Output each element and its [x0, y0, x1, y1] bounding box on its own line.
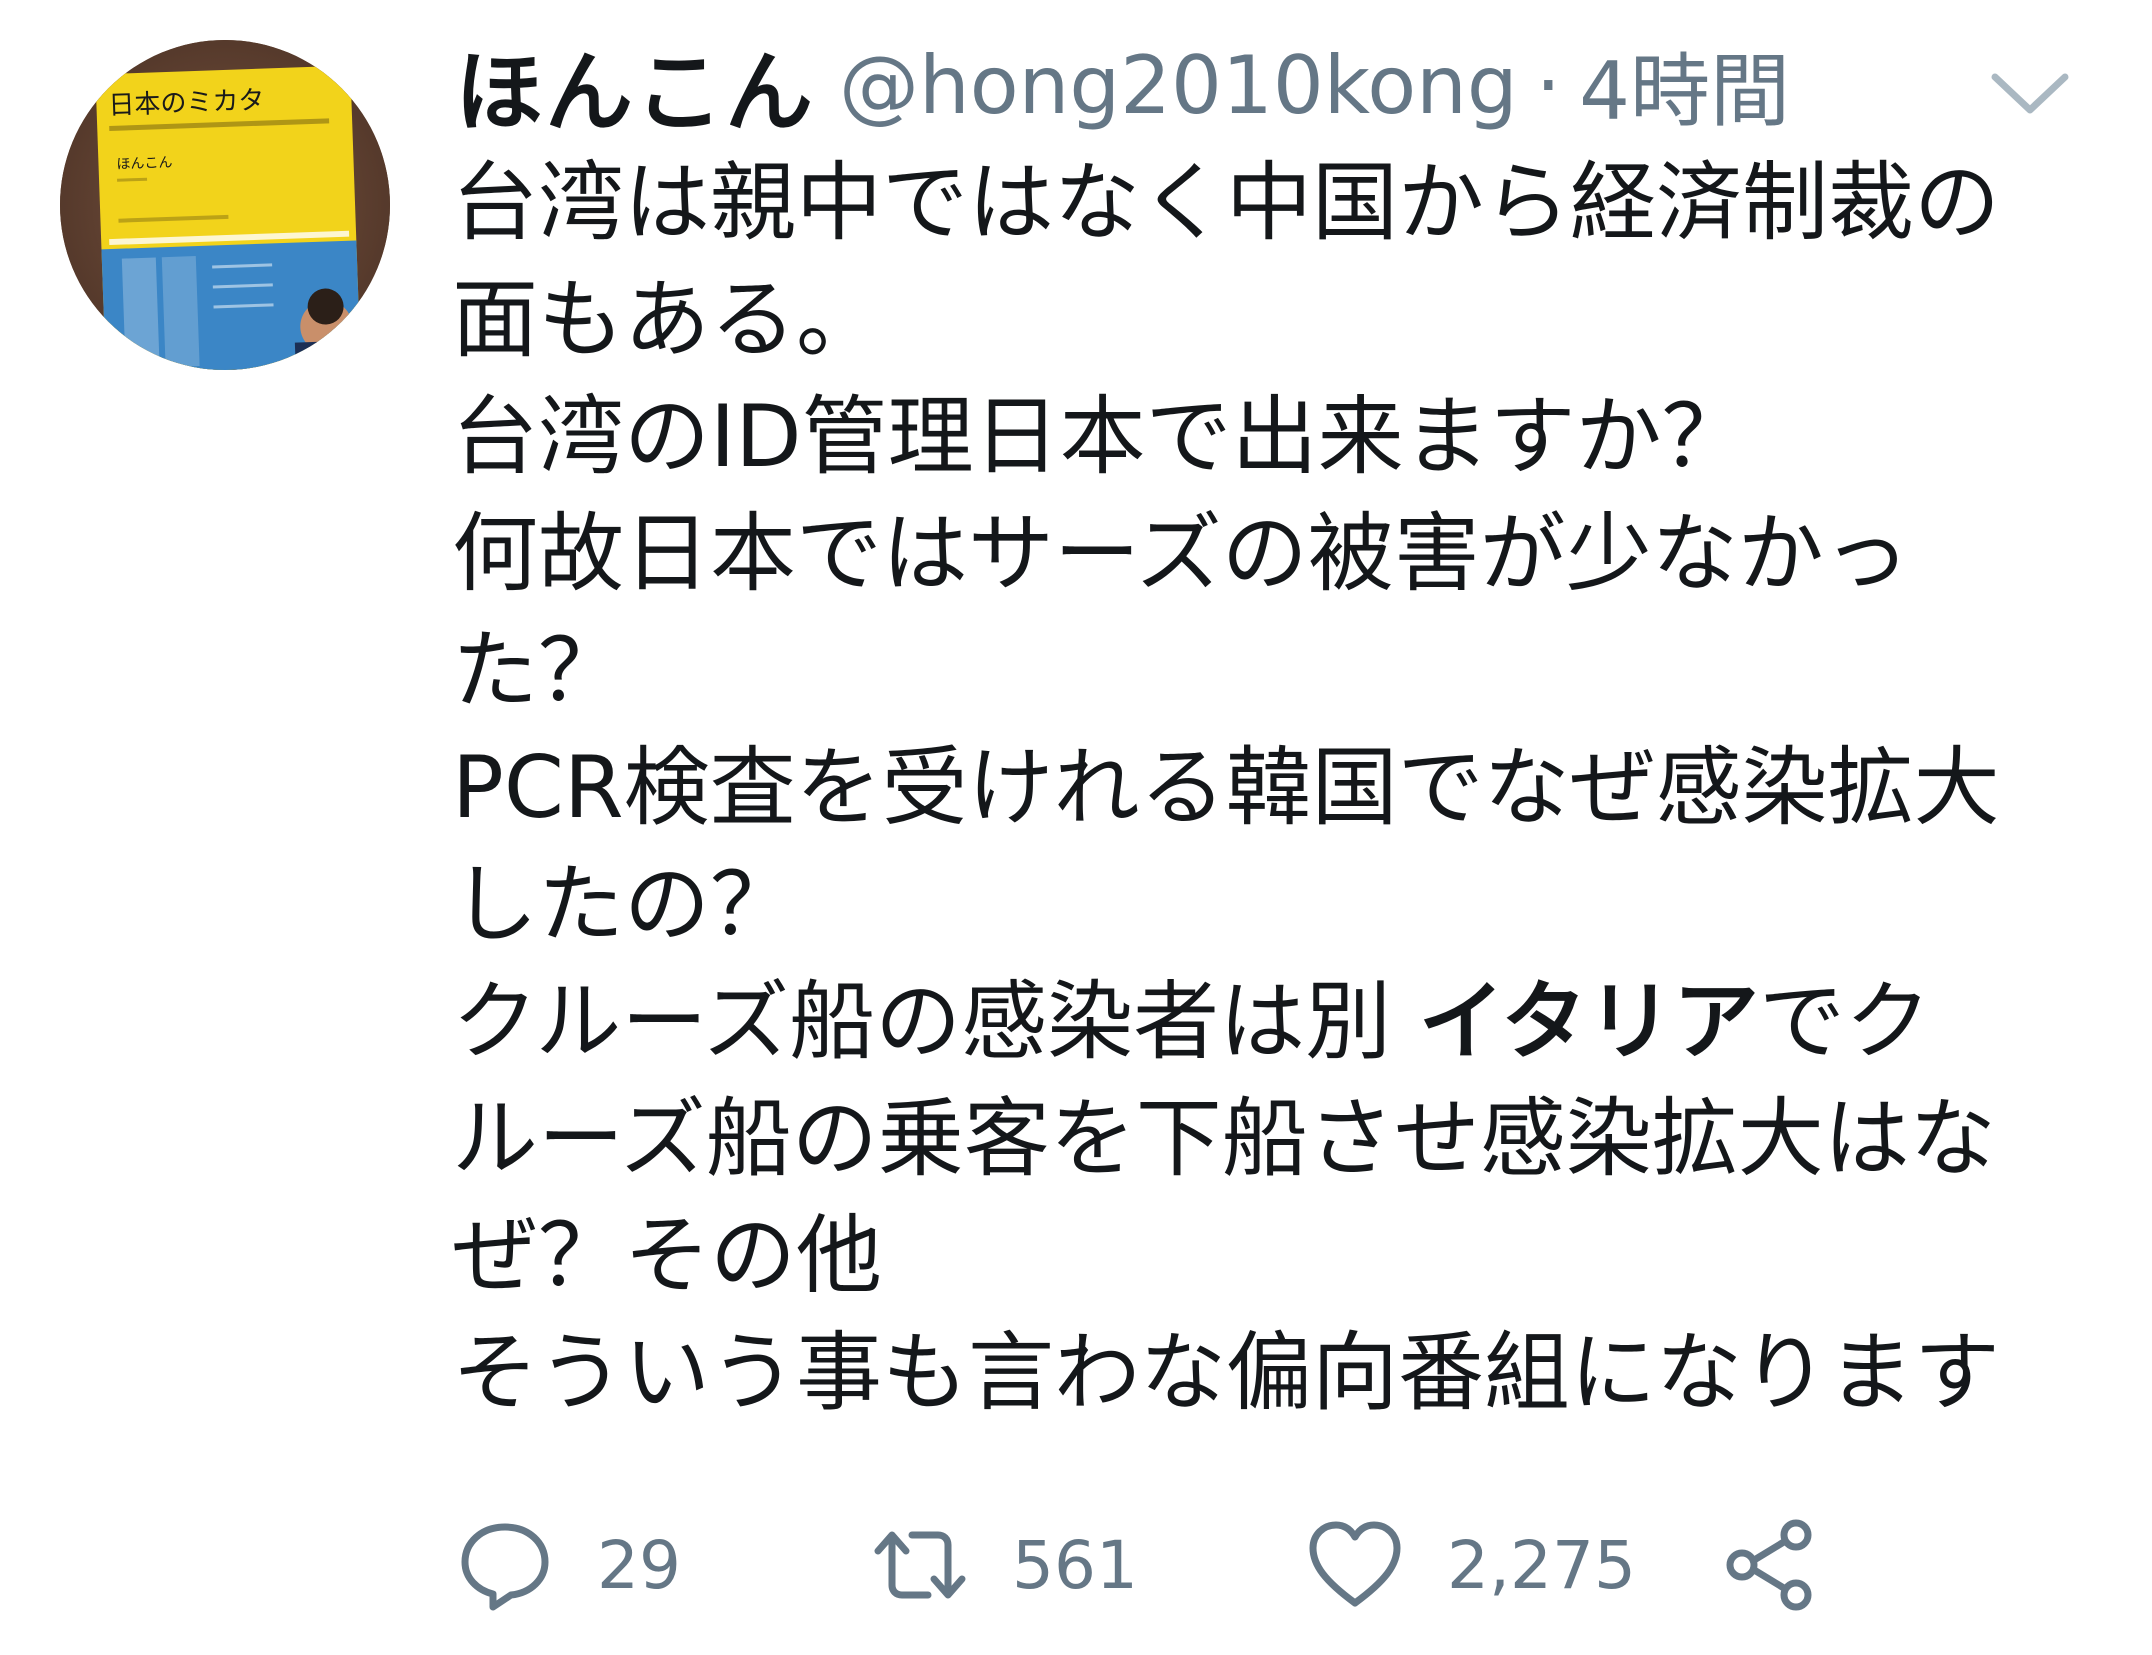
tweet-header: ほんこん @hong2010kong · 4時間 [455, 27, 1790, 144]
avatar-book-title: 日本のミカタ [108, 86, 265, 121]
reply-icon [461, 1523, 549, 1611]
header-separator: · [1535, 38, 1562, 132]
share-button[interactable] [1720, 1510, 1820, 1620]
avatar-image: 日本のミカタ ほんこん [60, 40, 390, 370]
user-handle[interactable]: @hong2010kong [839, 39, 1518, 132]
tweet-line: 面もある。 [452, 270, 882, 370]
tweet-line: 何故日本ではサーズの被害が少なかっ [452, 504, 1910, 604]
tweet-line: PCR検査を受けれる韓国でなぜ感染拡大 [452, 738, 2000, 838]
retweet-button[interactable]: 561 [870, 1510, 1138, 1620]
tweet-line: ルーズ船の乗客を下船させ感染拡大はな [452, 1089, 1996, 1189]
avatar[interactable]: 日本のミカタ ほんこん [60, 40, 390, 370]
chevron-down-icon[interactable] [1985, 62, 2075, 122]
tweet-line: 台湾のID管理日本で出来ますか？ [452, 387, 1748, 487]
tweet-line: 台湾は親中ではなく中国から経済制裁の [452, 153, 2000, 253]
avatar-book-author: ほんこん [116, 155, 173, 173]
retweet-icon [874, 1531, 966, 1599]
tweet[interactable]: 日本のミカタ ほんこん ほんこん @hong2010kong · 4時間 台湾は… [0, 0, 2152, 1655]
like-button[interactable]: 2,275 [1305, 1510, 1636, 1620]
tweet-text: 台湾は親中ではなく中国から経済制裁の 面もある。 台湾のID管理日本で出来ますか… [452, 145, 2112, 1432]
tweet-line: た？ [452, 621, 624, 721]
retweet-count: 561 [1012, 1526, 1138, 1604]
tweet-line: そういう事も言わな偏向番組になります [452, 1323, 2000, 1423]
tweet-line: クルーズ船の感染者は別 イタリアでク [452, 972, 1932, 1072]
share-icon [1726, 1519, 1812, 1611]
tweet-timestamp[interactable]: 4時間 [1579, 27, 1790, 143]
reply-button[interactable]: 29 [455, 1510, 681, 1620]
tweet-line: したの？ [452, 855, 796, 955]
reply-count: 29 [597, 1526, 681, 1604]
tweet-line: ぜ？その他 [452, 1206, 882, 1306]
like-count: 2,275 [1447, 1526, 1636, 1604]
heart-icon [1309, 1521, 1401, 1607]
action-bar: 29 561 2,275 [455, 1510, 1855, 1620]
display-name[interactable]: ほんこん [455, 22, 815, 149]
highlighted-text: イタリア [1418, 972, 1760, 1072]
